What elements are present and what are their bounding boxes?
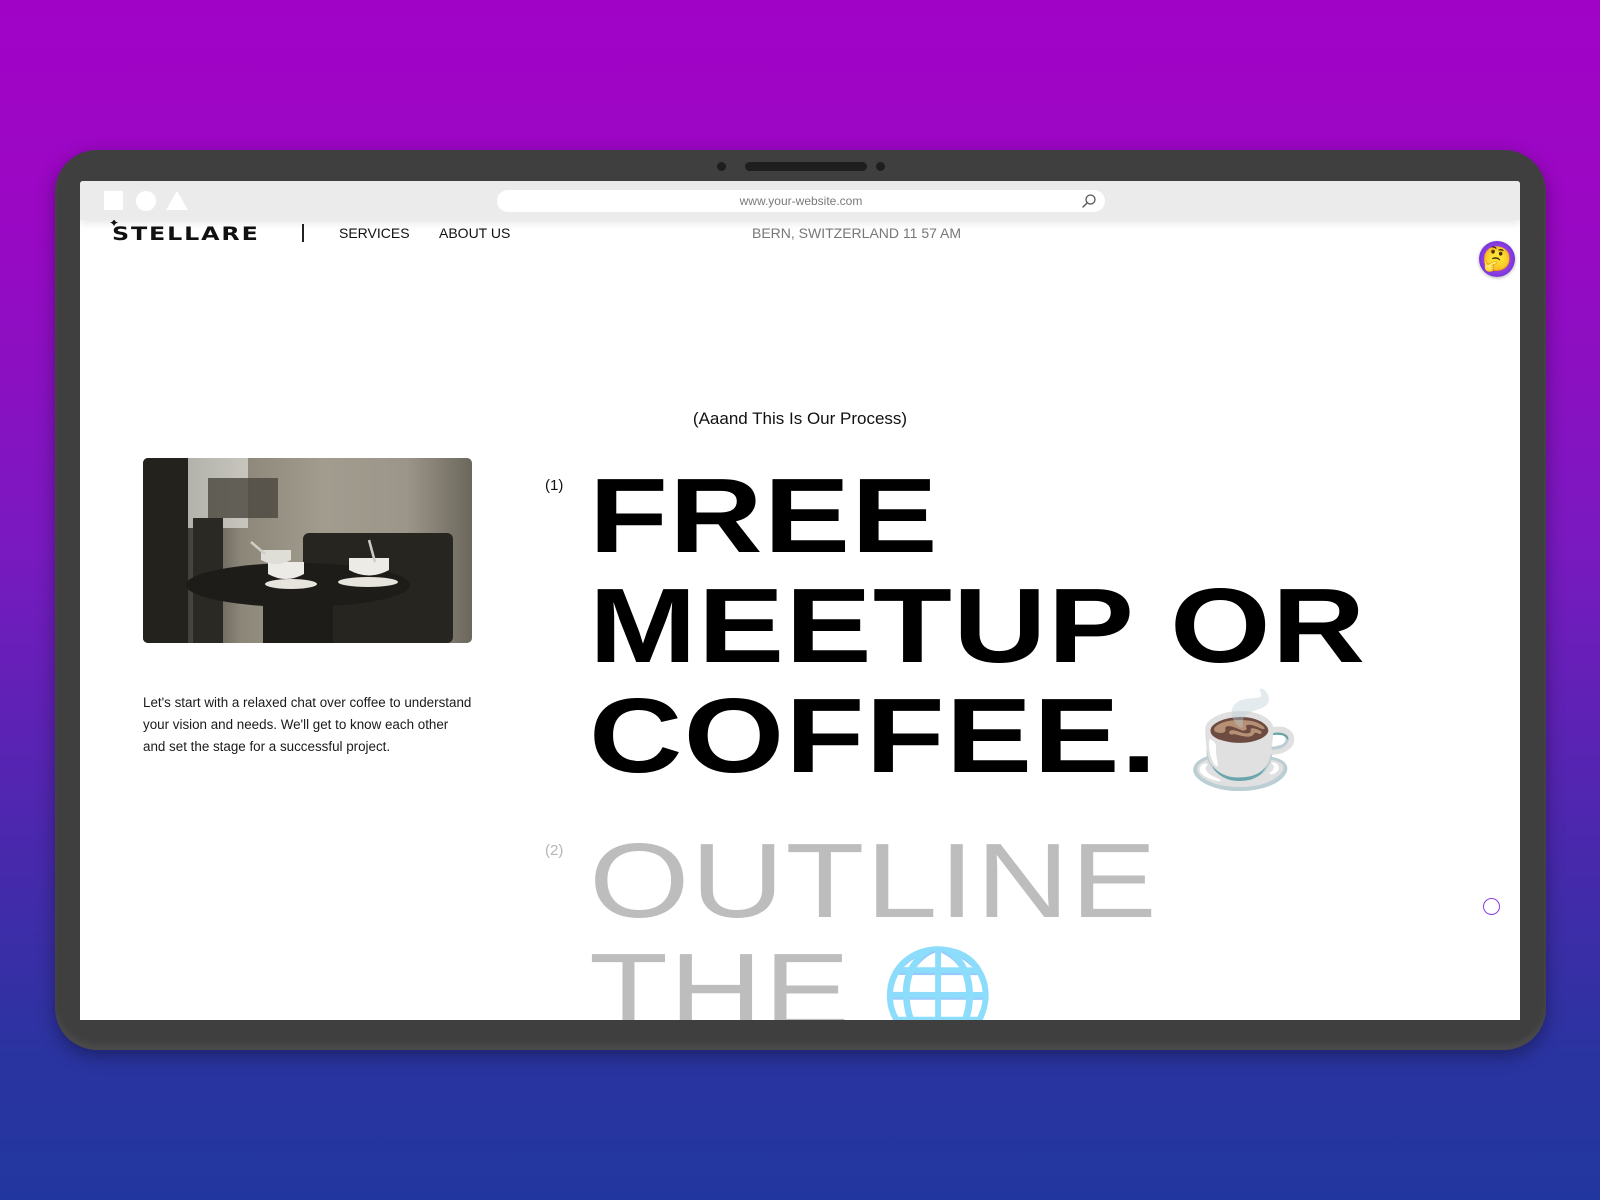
location-time: BERN, SWITZERLAND 11 57 AM (752, 225, 962, 241)
step-heading-inactive: OUTLINE THE 🌐 (589, 826, 1158, 1020)
heading-line: MEETUP OR (589, 567, 1367, 685)
step-heading-active: FREE MEETUP OR COFFEE. ☕ (589, 461, 1366, 796)
heading-line: COFFEE. ☕ (589, 681, 1366, 796)
nav-link-about-us[interactable]: ABOUT US (439, 224, 510, 242)
window-circle-button[interactable] (136, 191, 156, 211)
coffee-table-photo (143, 458, 472, 643)
step-description: Let's start with a relaxed chat over cof… (143, 695, 472, 755)
search-icon[interactable] (1081, 193, 1097, 209)
speaker-grille (745, 162, 867, 171)
globe-icon: 🌐 (880, 945, 997, 1020)
step-number: (1) (545, 477, 564, 494)
coffee-cup-icon: ☕ (1187, 690, 1303, 792)
custom-cursor-ring (1483, 898, 1500, 915)
site-header: ✦ STELLARE SERVICES ABOUT US BERN, SWITZ… (80, 216, 1520, 260)
url-text[interactable]: www.your-website.com (497, 190, 1105, 212)
heading-line-text: THE (589, 932, 852, 1020)
heading-line-text: COFFEE. (589, 677, 1158, 795)
sensor-dot (876, 162, 885, 171)
window-triangle-button[interactable] (166, 191, 188, 210)
camera-dot (717, 162, 726, 171)
nav-link-services[interactable]: SERVICES (339, 224, 410, 242)
nav-divider (302, 224, 304, 242)
section-label: (Aaand This Is Our Process) (692, 409, 908, 428)
heading-line: THE 🌐 (589, 936, 1158, 1020)
browser-toolbar: www.your-website.com (80, 181, 1520, 220)
address-bar[interactable]: www.your-website.com (497, 190, 1105, 212)
heading-line: OUTLINE (589, 822, 1159, 940)
browser-window: www.your-website.com ✦ STELLARE SERVICES… (80, 181, 1520, 1020)
site-logo[interactable]: STELLARE (112, 222, 260, 246)
window-square-button[interactable] (104, 191, 123, 210)
heading-line: FREE (589, 457, 939, 575)
thinking-face-icon[interactable]: 🤔 (1479, 241, 1515, 277)
step-number: (2) (545, 842, 564, 859)
photo-illustration (143, 458, 453, 643)
